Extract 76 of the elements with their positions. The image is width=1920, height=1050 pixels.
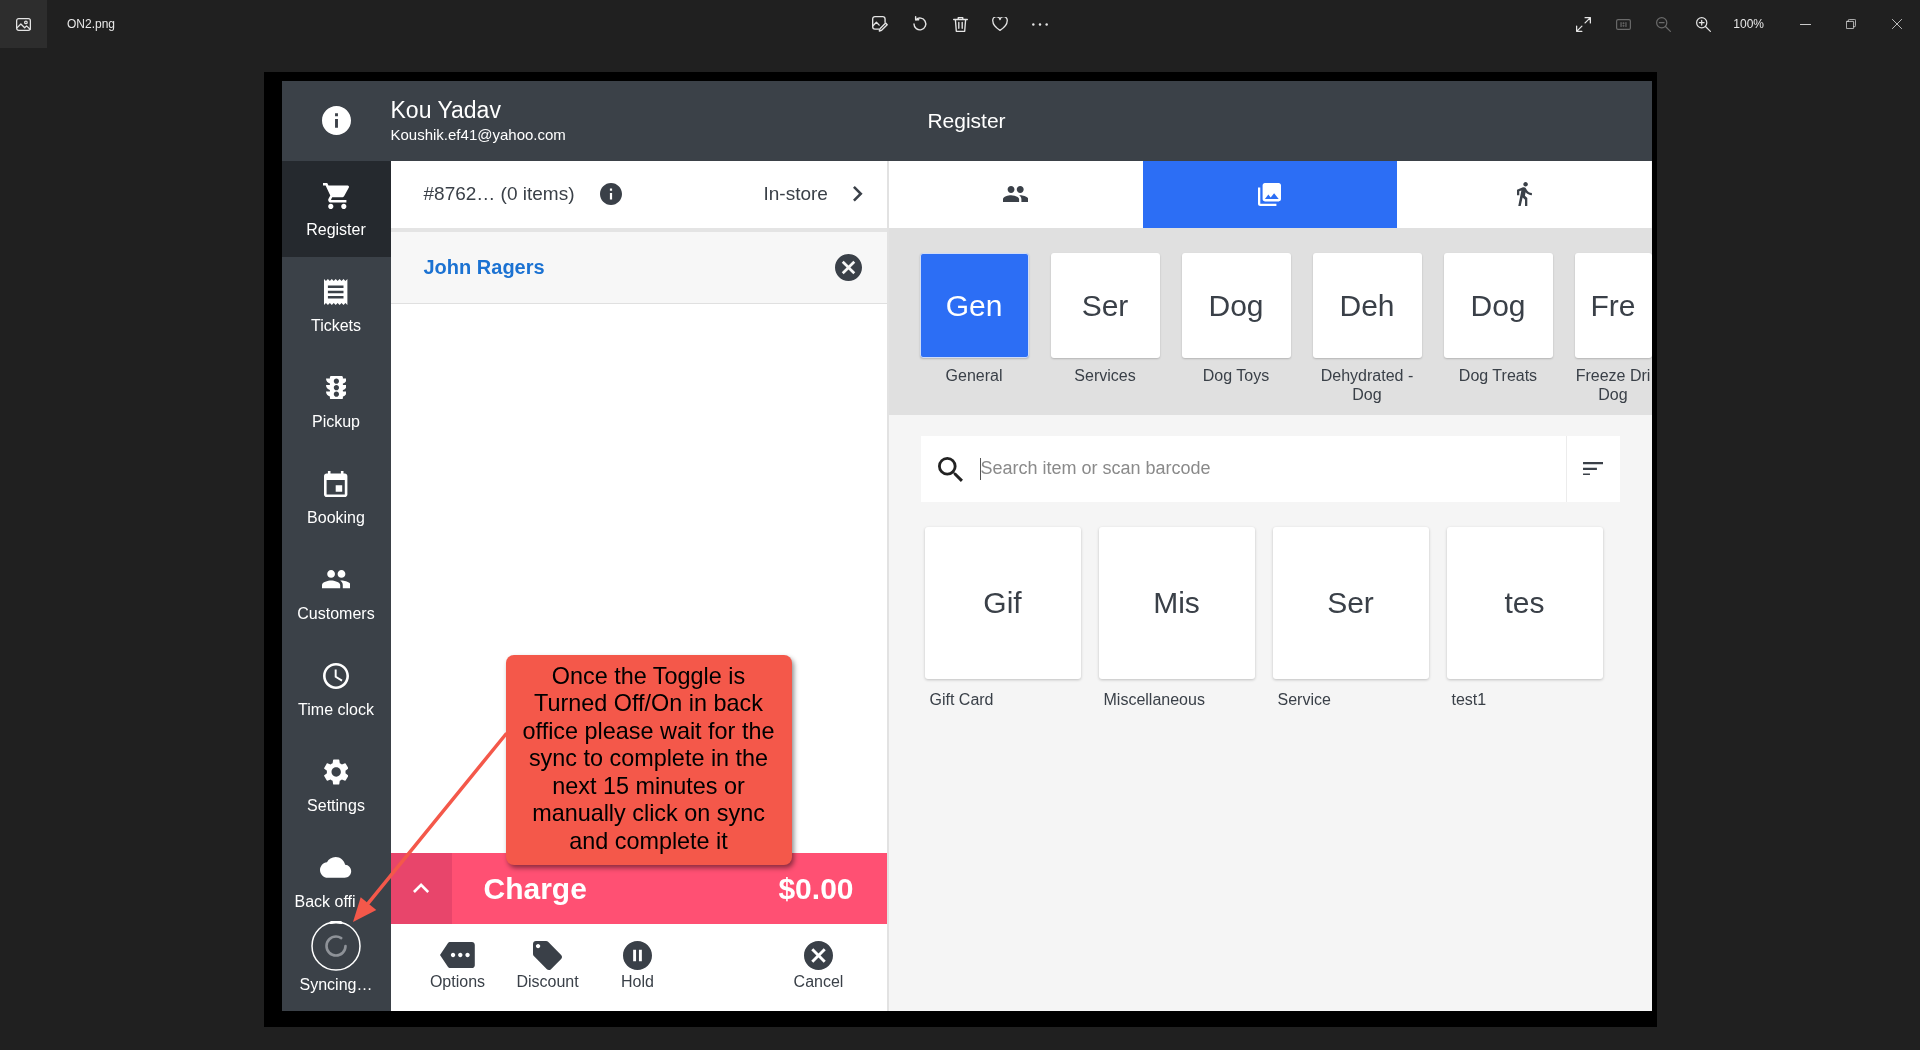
- tab[interactable]: [1142, 160, 1398, 228]
- category-tile[interactable]: Gen: [919, 252, 1029, 358]
- tag-icon: [533, 940, 562, 970]
- photo-library-icon: [1258, 182, 1282, 206]
- file-name: ON2.png: [67, 16, 116, 33]
- filter-button[interactable]: [1565, 435, 1620, 502]
- spinner-icon: [311, 920, 361, 971]
- info-icon[interactable]: [599, 183, 622, 205]
- zoom-in-icon[interactable]: [1695, 16, 1711, 32]
- search-field[interactable]: Search item or scan barcode: [920, 435, 1566, 502]
- category-label: Dehydrated - Dog: [1319, 365, 1415, 404]
- sidebar-item[interactable]: Register: [281, 160, 391, 257]
- product-label: Service: [1276, 689, 1332, 709]
- zoom-level: 100%: [1733, 16, 1764, 33]
- user-email: Koushik.ef41@yahoo.com: [390, 125, 566, 145]
- clock-icon: [323, 662, 349, 689]
- action-button[interactable]: Cancel: [778, 940, 859, 991]
- order-type-button[interactable]: In-store: [763, 179, 863, 209]
- search-icon: [937, 456, 963, 482]
- product-tile[interactable]: Gif: [924, 526, 1081, 679]
- heart-icon[interactable]: [992, 17, 1008, 31]
- people-icon: [321, 570, 351, 589]
- customer-name[interactable]: John Ragers: [423, 252, 545, 282]
- walking-person-icon: [1516, 181, 1532, 207]
- rotate-icon[interactable]: [912, 16, 928, 32]
- action-button[interactable]: Options: [417, 940, 498, 991]
- people-icon: [1003, 185, 1029, 203]
- category-label: General: [944, 365, 1004, 385]
- product-label: Gift Card: [928, 689, 995, 709]
- charge-amount: $0.00: [778, 870, 854, 907]
- product-tile[interactable]: Mis: [1098, 526, 1255, 679]
- tab[interactable]: [888, 160, 1143, 228]
- edit-image-icon[interactable]: [872, 16, 888, 32]
- action-button[interactable]: Hold: [597, 940, 678, 991]
- expand-icon[interactable]: [1575, 16, 1591, 32]
- product-tile[interactable]: Ser: [1272, 526, 1429, 679]
- action-button[interactable]: Discount: [507, 940, 588, 991]
- category-tile[interactable]: Fre: [1574, 252, 1652, 358]
- minimize-icon[interactable]: [1799, 23, 1811, 25]
- category-label: Dog Toys: [1201, 365, 1271, 385]
- calendar-icon: [324, 470, 348, 497]
- expand-button[interactable]: [390, 852, 452, 924]
- chevron-up-icon: [412, 883, 430, 893]
- close-icon[interactable]: [1892, 19, 1902, 29]
- category-label: Services: [1073, 365, 1137, 385]
- category-label: Freeze Dri Dog: [1574, 365, 1652, 404]
- info-icon[interactable]: [321, 106, 351, 135]
- category-label: Dog Treats: [1457, 365, 1539, 385]
- product-label: test1: [1450, 689, 1488, 709]
- screen-title: Register: [927, 107, 1006, 134]
- category-tile[interactable]: Dog: [1443, 252, 1553, 358]
- restore-icon[interactable]: [1846, 19, 1856, 29]
- delete-icon[interactable]: [952, 16, 968, 32]
- receipt-icon: [324, 278, 348, 305]
- category-tile[interactable]: Dog: [1181, 252, 1291, 358]
- close-icon: [804, 940, 833, 970]
- more-icon: [440, 941, 475, 969]
- category-tile[interactable]: Deh: [1312, 252, 1422, 358]
- chevron-right-icon: [852, 186, 863, 202]
- product-tile[interactable]: tes: [1446, 526, 1603, 679]
- settings-icon: [323, 758, 349, 785]
- more-icon[interactable]: [1032, 22, 1048, 26]
- text-cursor-icon: [979, 457, 981, 480]
- close-icon[interactable]: [834, 253, 862, 281]
- traffic-light-icon: [325, 375, 347, 400]
- annotation-tooltip: Once the Toggle is Turned Off/On in back office please wait for the sync to complete in the next 15 minutes or manually click on sync and complete it: [505, 654, 792, 865]
- sort-icon: [1582, 461, 1604, 476]
- cloud-icon: [320, 857, 352, 878]
- pause-icon: [623, 940, 652, 970]
- image-icon[interactable]: [16, 17, 31, 31]
- tab[interactable]: [1397, 160, 1652, 228]
- category-tile[interactable]: Ser: [1050, 252, 1160, 358]
- product-label: Miscellaneous: [1102, 689, 1206, 709]
- ticket-number: #8762… (0 items): [423, 181, 575, 206]
- cart-icon: [323, 182, 349, 209]
- user-name: Kou Yadav: [390, 96, 502, 124]
